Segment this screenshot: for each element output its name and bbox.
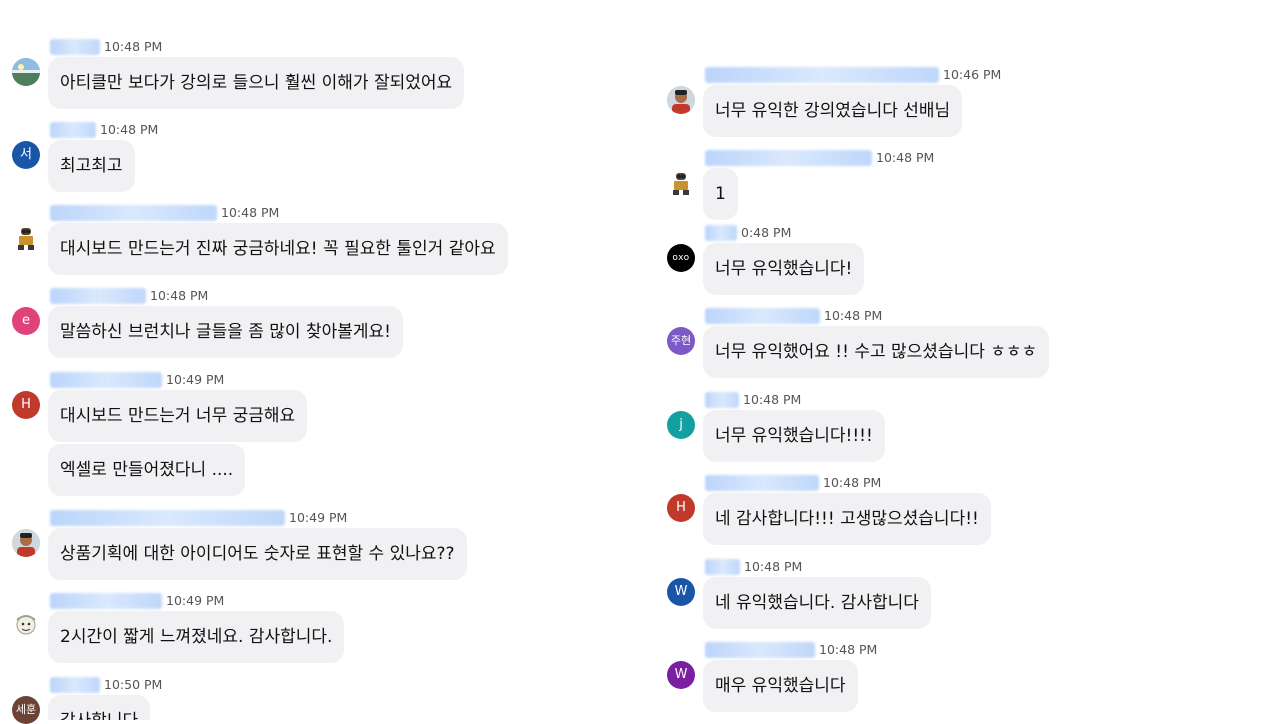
message-time: 10:48 PM xyxy=(876,150,935,165)
chat-column-left: 10:48 PM 아티클만 보다가 강의로 들으니 훨씬 이해가 잘되었어요 서… xyxy=(0,0,640,724)
message-bubble[interactable]: 엑셀로 만들어졌다니 .... xyxy=(48,444,246,496)
message-time: 10:48 PM xyxy=(221,205,280,220)
sender-name-redacted xyxy=(50,38,100,55)
robot-avatar-icon[interactable] xyxy=(12,224,40,252)
chat-column-right: 10:46 PM 너무 유익한 강의였습니다 선배님 10:48 PM 1 ox… xyxy=(655,0,1280,720)
message-meta: 10:46 PM xyxy=(705,66,1001,84)
message-meta: 10:48 PM xyxy=(705,391,801,409)
sender-name-redacted xyxy=(50,371,162,388)
message-meta: 10:48 PM xyxy=(705,558,802,576)
user-avatar[interactable]: 주현 xyxy=(667,327,695,355)
message-bubble[interactable]: 1 xyxy=(703,168,738,220)
message-bubble[interactable]: 감사합니다 xyxy=(48,695,151,720)
message-bubble[interactable]: 네 유익했습니다. 감사합니다 xyxy=(703,577,931,629)
sender-name-redacted xyxy=(50,204,217,221)
user-avatar[interactable]: W xyxy=(667,578,695,606)
message-bubble[interactable]: 대시보드 만드는거 너무 궁금해요 xyxy=(48,390,308,442)
sender-name-redacted xyxy=(705,307,820,324)
message-meta: 10:49 PM xyxy=(50,371,224,389)
robot-avatar-icon[interactable] xyxy=(667,169,695,197)
message-bubble[interactable]: 대시보드 만드는거 진짜 궁금하네요! 꼭 필요한 툴인거 같아요 xyxy=(48,223,508,275)
message-meta: 10:48 PM xyxy=(705,474,881,492)
sender-name-redacted xyxy=(705,558,740,575)
user-avatar[interactable]: H xyxy=(667,494,695,522)
sender-name-redacted xyxy=(50,287,146,304)
sender-name-redacted xyxy=(705,66,939,83)
message-bubble[interactable]: 너무 유익했습니다!!!! xyxy=(703,410,885,462)
person-photo-avatar-icon[interactable] xyxy=(667,86,695,114)
sender-name-redacted xyxy=(50,121,96,138)
sender-name-redacted xyxy=(705,474,819,491)
message-time: 10:50 PM xyxy=(104,677,163,692)
message-time: 10:46 PM xyxy=(943,67,1002,82)
message-bubble[interactable]: 최고최고 xyxy=(48,140,135,192)
message-time: 10:48 PM xyxy=(823,475,882,490)
message-time: 10:49 PM xyxy=(166,593,225,608)
message-meta: 10:48 PM xyxy=(50,204,279,222)
message-meta: 10:48 PM xyxy=(705,307,882,325)
message-meta: 10:48 PM xyxy=(705,641,877,659)
message-bubble[interactable]: 너무 유익했어요 !! 수고 많으셨습니다 ㅎㅎㅎ xyxy=(703,326,1050,378)
message-bubble[interactable]: 네 감사합니다!!! 고생많으셨습니다!! xyxy=(703,493,991,545)
landscape-avatar-icon[interactable] xyxy=(12,58,40,86)
message-meta: 0:48 PM xyxy=(705,224,791,242)
message-bubble[interactable]: 상품기획에 대한 아이디어도 숫자로 표현할 수 있나요?? xyxy=(48,528,467,580)
user-avatar[interactable]: 서 xyxy=(12,141,40,169)
message-time: 10:49 PM xyxy=(289,510,348,525)
message-time: 10:48 PM xyxy=(819,642,878,657)
message-meta: 10:50 PM xyxy=(50,676,162,694)
person-photo-avatar-icon[interactable] xyxy=(12,529,40,557)
user-avatar[interactable]: oxo xyxy=(667,244,695,272)
message-bubble[interactable]: 아티클만 보다가 강의로 들으니 훨씬 이해가 잘되었어요 xyxy=(48,57,465,109)
message-meta: 10:48 PM xyxy=(705,149,934,167)
message-time: 0:48 PM xyxy=(741,225,792,240)
cartoon-avatar-icon[interactable] xyxy=(12,612,40,640)
message-meta: 10:48 PM xyxy=(50,38,162,56)
message-meta: 10:48 PM xyxy=(50,287,208,305)
message-time: 10:48 PM xyxy=(824,308,883,323)
sender-name-redacted xyxy=(50,509,285,526)
sender-name-redacted xyxy=(705,224,737,241)
sender-name-redacted xyxy=(50,676,100,693)
message-bubble[interactable]: 너무 유익했습니다! xyxy=(703,243,865,295)
message-time: 10:48 PM xyxy=(743,392,802,407)
user-avatar[interactable]: W xyxy=(667,661,695,689)
user-avatar[interactable]: H xyxy=(12,391,40,419)
message-bubble[interactable]: 매우 유익했습니다 xyxy=(703,660,858,712)
message-time: 10:49 PM xyxy=(166,372,225,387)
user-avatar[interactable]: e xyxy=(12,307,40,335)
sender-name-redacted xyxy=(705,391,739,408)
sender-name-redacted xyxy=(50,592,162,609)
sender-name-redacted xyxy=(705,149,872,166)
user-avatar[interactable]: j xyxy=(667,411,695,439)
message-bubble[interactable]: 너무 유익한 강의였습니다 선배님 xyxy=(703,85,963,137)
message-bubble[interactable]: 2시간이 짧게 느껴졌네요. 감사합니다. xyxy=(48,611,345,663)
message-time: 10:48 PM xyxy=(104,39,163,54)
message-bubble[interactable]: 말씀하신 브런치나 글들을 좀 많이 찾아볼게요! xyxy=(48,306,403,358)
message-meta: 10:49 PM xyxy=(50,592,224,610)
message-time: 10:48 PM xyxy=(744,559,803,574)
sender-name-redacted xyxy=(705,641,815,658)
message-meta: 10:48 PM xyxy=(50,121,158,139)
message-time: 10:48 PM xyxy=(150,288,209,303)
message-meta: 10:49 PM xyxy=(50,509,347,527)
message-time: 10:48 PM xyxy=(100,122,159,137)
